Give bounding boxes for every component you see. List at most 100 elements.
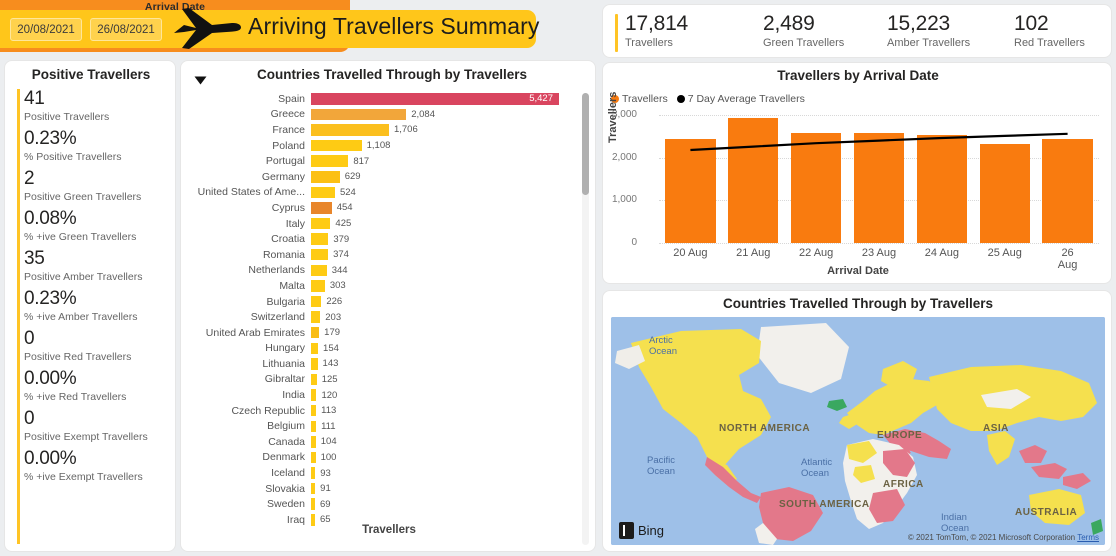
kpi-red-label: Red Travellers [1014,37,1085,49]
country-bar[interactable] [311,373,317,386]
country-bar[interactable] [311,202,332,214]
country-bar[interactable] [311,389,317,401]
country-bar[interactable] [311,139,362,152]
arrival-bar[interactable] [979,144,1030,243]
country-bar[interactable] [311,342,319,355]
country-bar-row[interactable]: Romania 374 [189,247,571,263]
bing-logo[interactable]: Bing [619,522,664,539]
arrival-gridline [659,243,1099,244]
country-bar[interactable] [311,295,322,308]
bing-label: Bing [638,523,665,538]
country-bar-row[interactable]: Spain 5,427 [189,91,571,107]
country-bar-label: Portugal [265,155,305,168]
country-bar[interactable] [311,186,335,199]
legend-average-label[interactable]: 7 Day Average Travellers [688,93,805,105]
country-bar-row[interactable]: Lithuania 143 [189,356,571,372]
country-bar-label: Greece [270,108,305,121]
country-bar[interactable] [311,171,340,183]
kpi-green-travellers[interactable]: 2,489 Green Travellers [763,12,844,54]
country-bar[interactable] [311,358,318,370]
country-bar[interactable] [311,280,325,292]
arrival-bar[interactable] [728,118,779,243]
arrival-bar[interactable] [665,138,716,243]
country-bar[interactable] [311,124,389,136]
arrival-bar[interactable] [1042,138,1093,243]
country-bar-value: 100 [320,451,337,463]
country-bar-row[interactable]: Germany 629 [189,169,571,185]
map-terms-link[interactable]: Terms [1077,533,1099,542]
bing-mark-icon [619,522,634,539]
country-bar[interactable] [311,233,329,245]
date-from-input[interactable]: 20/08/2021 [10,18,82,41]
kpi-amber-travellers[interactable]: 15,223 Amber Travellers [887,12,970,54]
country-bar-row[interactable]: Switzerland 203 [189,309,571,325]
legend-travellers-label[interactable]: Travellers [622,93,668,105]
country-bar[interactable] [311,420,317,433]
country-bar-value: 113 [321,405,337,417]
arrival-y-tick: 0 [631,237,637,248]
country-bar-value: 303 [329,280,346,292]
country-bar-row[interactable]: Slovakia 91 [189,481,571,497]
kpi-red-travellers[interactable]: 102 Red Travellers [1014,12,1085,54]
arrival-x-tick: 23 Aug [861,247,897,259]
country-bar[interactable] [311,264,327,277]
kpi-travellers-label: Travellers [625,37,673,49]
country-bar-label: Slovakia [265,482,305,495]
header-banner: Arrival Date 20/08/2021 26/08/2021 Arriv… [0,0,545,52]
arrival-x-tick: 24 Aug [924,247,959,259]
country-bar-value: 1,706 [393,124,418,136]
country-bar-row[interactable]: United States of Ame... 524 [189,185,571,201]
country-bar-label: Romania [262,248,305,261]
country-bar[interactable] [311,436,316,448]
country-bar-row[interactable]: Cyprus 454 [189,200,571,216]
country-bar[interactable] [311,451,316,464]
country-bar-row[interactable]: Czech Republic 113 [189,403,571,419]
country-bar[interactable] [311,93,559,105]
country-bar-label: Cyprus [271,201,305,214]
country-bar[interactable] [311,217,331,230]
positive-metric-value: 35 [24,248,45,269]
country-bar-row[interactable]: Gibraltar 125 [189,372,571,388]
country-bar[interactable] [311,467,316,479]
positive-metric-label: % +ive Exempt Travellers [24,471,143,483]
country-bar[interactable] [311,326,320,339]
country-bar-row[interactable]: Hungary 154 [189,341,571,357]
country-bar-row[interactable]: Belgium 111 [189,418,571,434]
arrival-bar[interactable] [791,133,842,243]
country-bar-row[interactable]: Canada 104 [189,434,571,450]
date-to-input[interactable]: 26/08/2021 [90,18,162,41]
positive-metric-value: 2 [24,168,35,189]
country-bar[interactable] [311,311,321,323]
country-bar-row[interactable]: Iceland 93 [189,465,571,481]
countries-bars-area: Spain 5,427 Greece 2,084 France 1,706 Poland 1,… [189,91,571,526]
arrival-date-chart-card: Travellers by Arrival Date Travellers 7 … [602,62,1112,284]
country-bar-row[interactable]: India 120 [189,387,571,403]
country-bar[interactable] [311,108,407,121]
chevron-down-icon[interactable] [189,71,211,89]
country-bar-value: 111 [321,420,336,432]
arrival-bar[interactable] [853,132,905,243]
country-bar-row[interactable]: Netherlands 344 [189,263,571,279]
country-bar-row[interactable]: Poland 1,108 [189,138,571,154]
country-bar-row[interactable]: Portugal 817 [189,153,571,169]
country-bar-row[interactable]: Malta 303 [189,278,571,294]
positive-travellers-title: Positive Travellers [31,67,151,82]
world-map[interactable]: Arctic Ocean Pacific Ocean Atlantic Ocean Indi… [611,317,1105,545]
country-bar-value: 524 [339,186,356,198]
country-bar[interactable] [311,482,316,495]
country-bar-row[interactable]: Greece 2,084 [189,107,571,123]
country-bar-row[interactable]: France 1,706 [189,122,571,138]
country-bar[interactable] [311,404,317,417]
arrival-bar[interactable] [916,134,967,243]
country-bar-row[interactable]: United Arab Emirates 179 [189,325,571,341]
country-bar[interactable] [311,248,329,261]
map-attribution-text: © 2021 TomTom, © 2021 Microsoft Corporat… [907,533,1076,542]
country-bar-row[interactable]: Croatia 379 [189,231,571,247]
country-bar-row[interactable]: Sweden 69 [189,496,571,512]
kpi-travellers[interactable]: 17,814 Travellers [625,12,688,54]
country-bar-row[interactable]: Denmark 100 [189,450,571,466]
country-bar-row[interactable]: Bulgaria 226 [189,294,571,310]
country-bar-row[interactable]: Italy 425 [189,216,571,232]
country-bar[interactable] [311,155,349,167]
country-bar[interactable] [311,498,315,510]
